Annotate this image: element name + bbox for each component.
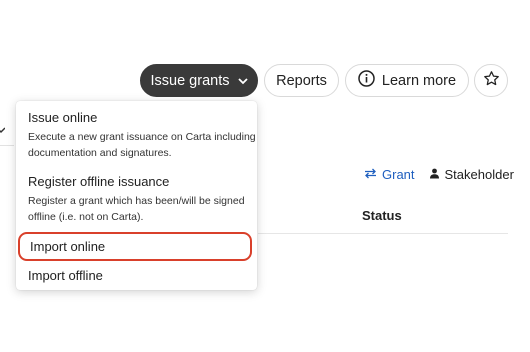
menu-item-title: Import online (30, 239, 106, 254)
view-toggle: Grant Stakeholder (364, 167, 514, 182)
menu-item-title: Import offline (28, 268, 103, 283)
swap-arrows-icon (364, 167, 377, 182)
grant-label: Grant (382, 167, 415, 182)
stakeholder-label: Stakeholder (444, 167, 514, 182)
menu-item-import-offline[interactable]: Import offline (16, 268, 257, 283)
table-divider (258, 233, 508, 234)
page: Issue grants Reports Learn more Grant St… (0, 0, 530, 352)
menu-item-title: Issue online (28, 110, 98, 125)
info-icon (358, 70, 375, 91)
reports-button[interactable]: Reports (264, 64, 339, 97)
menu-item-register-offline[interactable]: Register offline issuance Register a gra… (16, 174, 257, 225)
stakeholder-view-toggle[interactable]: Stakeholder (429, 167, 514, 182)
divider (0, 145, 14, 146)
issue-grants-button[interactable]: Issue grants (140, 64, 258, 97)
learn-more-label: Learn more (381, 72, 457, 89)
learn-more-button[interactable]: Learn more (345, 64, 469, 97)
person-icon (429, 167, 440, 182)
menu-item-description: Execute a new grant issuance on Carta in… (28, 131, 256, 159)
menu-item-description: Register a grant which has been/will be … (28, 195, 245, 223)
menu-item-import-online[interactable]: Import online (18, 232, 252, 261)
issue-grants-menu: Issue online Execute a new grant issuanc… (16, 101, 257, 290)
reports-label: Reports (276, 72, 327, 89)
chevron-down-icon (237, 73, 248, 89)
favorite-button[interactable] (474, 64, 508, 97)
menu-item-issue-online[interactable]: Issue online Execute a new grant issuanc… (16, 110, 257, 161)
issue-grants-label: Issue grants (150, 72, 230, 89)
chevron-down-icon[interactable] (0, 123, 6, 138)
grant-view-toggle[interactable]: Grant (364, 167, 415, 182)
menu-item-title: Register offline issuance (28, 174, 170, 189)
star-icon (483, 70, 500, 91)
status-column-header[interactable]: Status (362, 208, 402, 223)
